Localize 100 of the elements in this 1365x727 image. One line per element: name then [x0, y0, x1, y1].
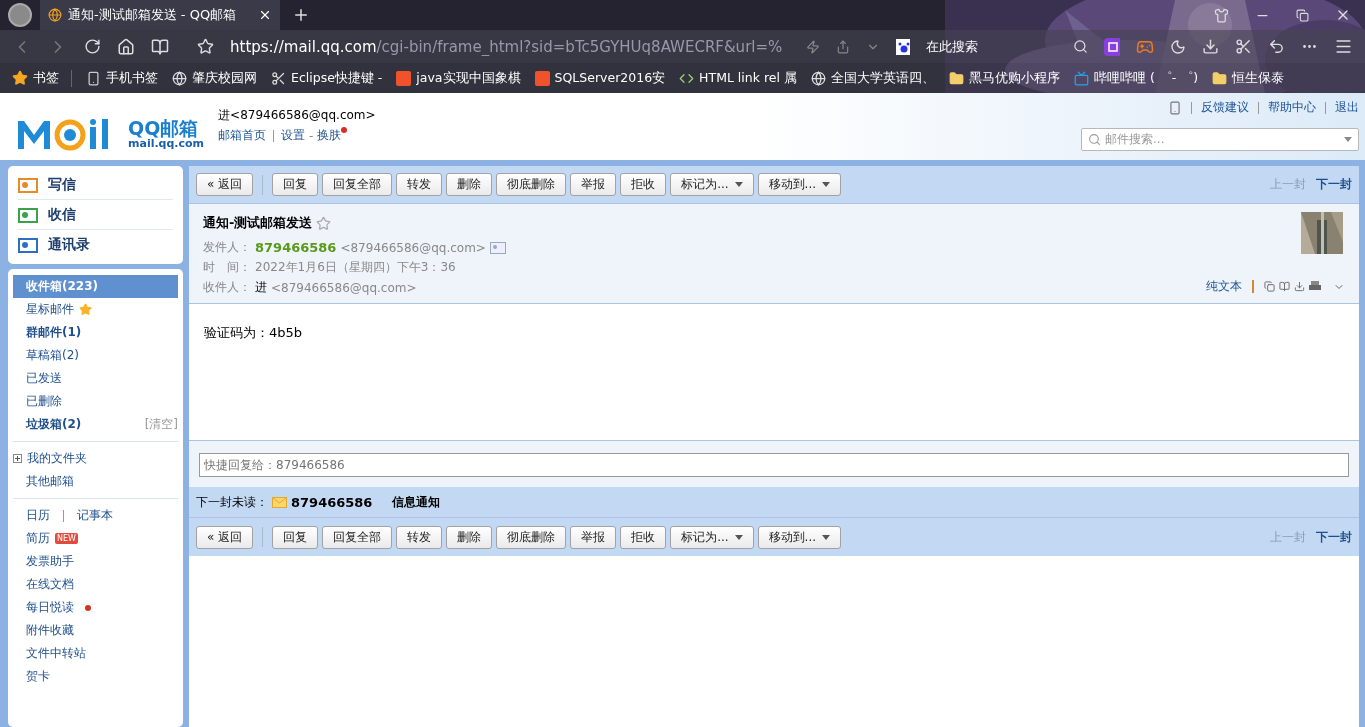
next-sender[interactable]: 879466586: [291, 494, 373, 510]
toolbar-button[interactable]: 回复: [272, 525, 319, 549]
logo-text: QQ邮箱: [128, 118, 199, 138]
address-field[interactable]: https://mail.qq.com/cgi-bin/frame_html?sid=bTc5GYHUq8AWECRF&url=%: [230, 37, 790, 56]
dropdown-button[interactable]: 标记为...: [670, 173, 754, 196]
shirt-icon[interactable]: [1214, 7, 1229, 23]
sidebar-action[interactable]: 写信: [18, 170, 173, 200]
header-link[interactable]: 反馈建议: [1201, 99, 1249, 116]
bookmark-item[interactable]: SQLServer2016安: [534, 69, 666, 87]
star-icon[interactable]: [316, 215, 332, 231]
folder-item[interactable]: 已发送: [13, 367, 178, 390]
home-icon[interactable]: [117, 37, 135, 56]
toolbar-button[interactable]: 回复全部: [322, 173, 393, 196]
lightning-icon[interactable]: [806, 39, 820, 54]
search-icon[interactable]: [1073, 39, 1089, 54]
bookmark-item[interactable]: Eclipse快捷键 -: [271, 69, 383, 87]
sender-address: <879466586@qq.com>: [340, 240, 486, 255]
folder-item[interactable]: 其他邮箱: [13, 470, 178, 493]
toolbar-button[interactable]: 删除: [446, 525, 493, 549]
back-button[interactable]: « 返回: [196, 525, 254, 549]
toolbar-button[interactable]: 回复: [272, 173, 319, 196]
folder-item[interactable]: 在线文档: [13, 573, 178, 596]
toolbar-button[interactable]: 回复全部: [322, 525, 393, 549]
new-tab-icon[interactable]: [292, 6, 310, 24]
search-icon: [1088, 133, 1101, 146]
toolbar-button[interactable]: 拒收: [620, 525, 667, 549]
folder-item[interactable]: 文件中转站: [13, 642, 178, 665]
toolbar-button[interactable]: 拒收: [620, 173, 667, 196]
toolbar-button[interactable]: 举报: [570, 173, 617, 196]
bookmark-item[interactable]: 肇庆校园网: [172, 69, 257, 87]
browser-tab[interactable]: 通知-测试邮箱发送 - QQ邮箱: [40, 0, 280, 30]
reload-icon[interactable]: [84, 38, 101, 55]
caret-icon: [734, 182, 743, 187]
undo-icon[interactable]: [1268, 38, 1285, 55]
bookmark-item[interactable]: 手机书签: [86, 69, 158, 87]
restore-icon[interactable]: [1296, 8, 1309, 22]
bookmark-item[interactable]: HTML link rel 属: [679, 69, 797, 87]
bookmark-item[interactable]: 书签: [12, 69, 72, 87]
header-link[interactable]: 退出: [1335, 99, 1359, 116]
contact-card-icon: [18, 236, 38, 254]
nav-link[interactable]: 下一封: [1316, 528, 1352, 546]
toolbar-button[interactable]: 举报: [570, 525, 617, 549]
bookmark-item[interactable]: java实现中国象棋: [396, 69, 521, 87]
caret-icon[interactable]: [1344, 137, 1352, 142]
folder-item[interactable]: 我的文件夹: [13, 447, 178, 470]
phone-icon[interactable]: [1168, 100, 1182, 115]
folder-item[interactable]: 垃圾箱(2) [清空]: [13, 413, 178, 436]
back-button[interactable]: « 返回: [196, 173, 254, 196]
folder-item[interactable]: 草稿箱(2): [13, 344, 178, 367]
folder-item[interactable]: 附件收藏: [13, 619, 178, 642]
book-icon[interactable]: [151, 37, 169, 56]
folder-icon: [948, 70, 964, 86]
folder-item[interactable]: 群邮件(1): [13, 321, 178, 344]
star-icon: [12, 70, 28, 86]
toolbar-button[interactable]: 彻底删除: [496, 525, 567, 549]
sidebar-action[interactable]: 通讯录: [18, 230, 173, 260]
toolbar-button[interactable]: 转发: [396, 173, 443, 196]
bookmark-item[interactable]: 黑马优购小程序: [948, 69, 1060, 87]
dropdown-button[interactable]: 移动到...: [757, 173, 842, 196]
share-icon[interactable]: [836, 39, 850, 54]
dropdown-button[interactable]: 移动到...: [757, 525, 842, 549]
close-icon[interactable]: [258, 8, 272, 22]
download-icon[interactable]: [1294, 281, 1305, 292]
folder-item[interactable]: 发票助手: [13, 550, 178, 573]
folder-item[interactable]: 星标邮件: [13, 298, 178, 321]
next-subject[interactable]: 信息通知: [392, 493, 441, 511]
globe-icon: [172, 70, 187, 86]
header-link[interactable]: 帮助中心: [1268, 99, 1316, 116]
expand-icon[interactable]: [13, 454, 22, 463]
toolbar-button[interactable]: 转发: [396, 525, 443, 549]
header-link[interactable]: 邮箱首页: [218, 127, 267, 144]
folder-item[interactable]: 贺卡: [13, 665, 178, 688]
bookmark-item[interactable]: 哔哩哔哩 ( ゜- ゜): [1073, 69, 1199, 87]
toolbar-button[interactable]: 彻底删除: [496, 173, 567, 196]
profile-avatar[interactable]: [8, 3, 32, 27]
folder-item[interactable]: 已删除: [13, 390, 178, 413]
logo-domain: mail.qq.com: [128, 137, 205, 149]
search-field[interactable]: 在此搜索: [926, 37, 1058, 56]
download-icon[interactable]: [1202, 38, 1219, 55]
new-window-icon[interactable]: [1264, 281, 1275, 292]
toolbar-button[interactable]: 删除: [446, 173, 493, 196]
header-link[interactable]: 换肤: [317, 127, 348, 144]
moon-icon[interactable]: [1170, 38, 1186, 55]
menu-icon[interactable]: [1334, 37, 1353, 56]
folder-item[interactable]: 每日悦读: [13, 596, 178, 619]
bookmark-item[interactable]: 恒生保泰: [1212, 69, 1285, 87]
mail-subject: 通知-测试邮箱发送: [203, 214, 313, 232]
nav-link[interactable]: 下一封: [1316, 176, 1352, 193]
sidebar-action[interactable]: 收信: [18, 200, 173, 230]
quick-reply-field[interactable]: 快捷回复给：879466586: [199, 453, 1349, 477]
sent-time: 2022年1月6日（星期四）下午3：36: [255, 259, 456, 276]
folder-item[interactable]: 简历 NEW: [13, 527, 178, 550]
bookmark-item[interactable]: 全国大学英语四、: [810, 69, 935, 87]
plain-text-link[interactable]: 纯文本: [1206, 278, 1242, 295]
folder-icon: [1212, 70, 1228, 86]
print-icon[interactable]: [1309, 281, 1321, 292]
dropdown-button[interactable]: 标记为...: [670, 525, 754, 549]
folder-item[interactable]: 日历 记事本: [13, 504, 178, 527]
header-link[interactable]: 设置: [281, 127, 306, 144]
scissors-icon[interactable]: [1235, 38, 1252, 55]
